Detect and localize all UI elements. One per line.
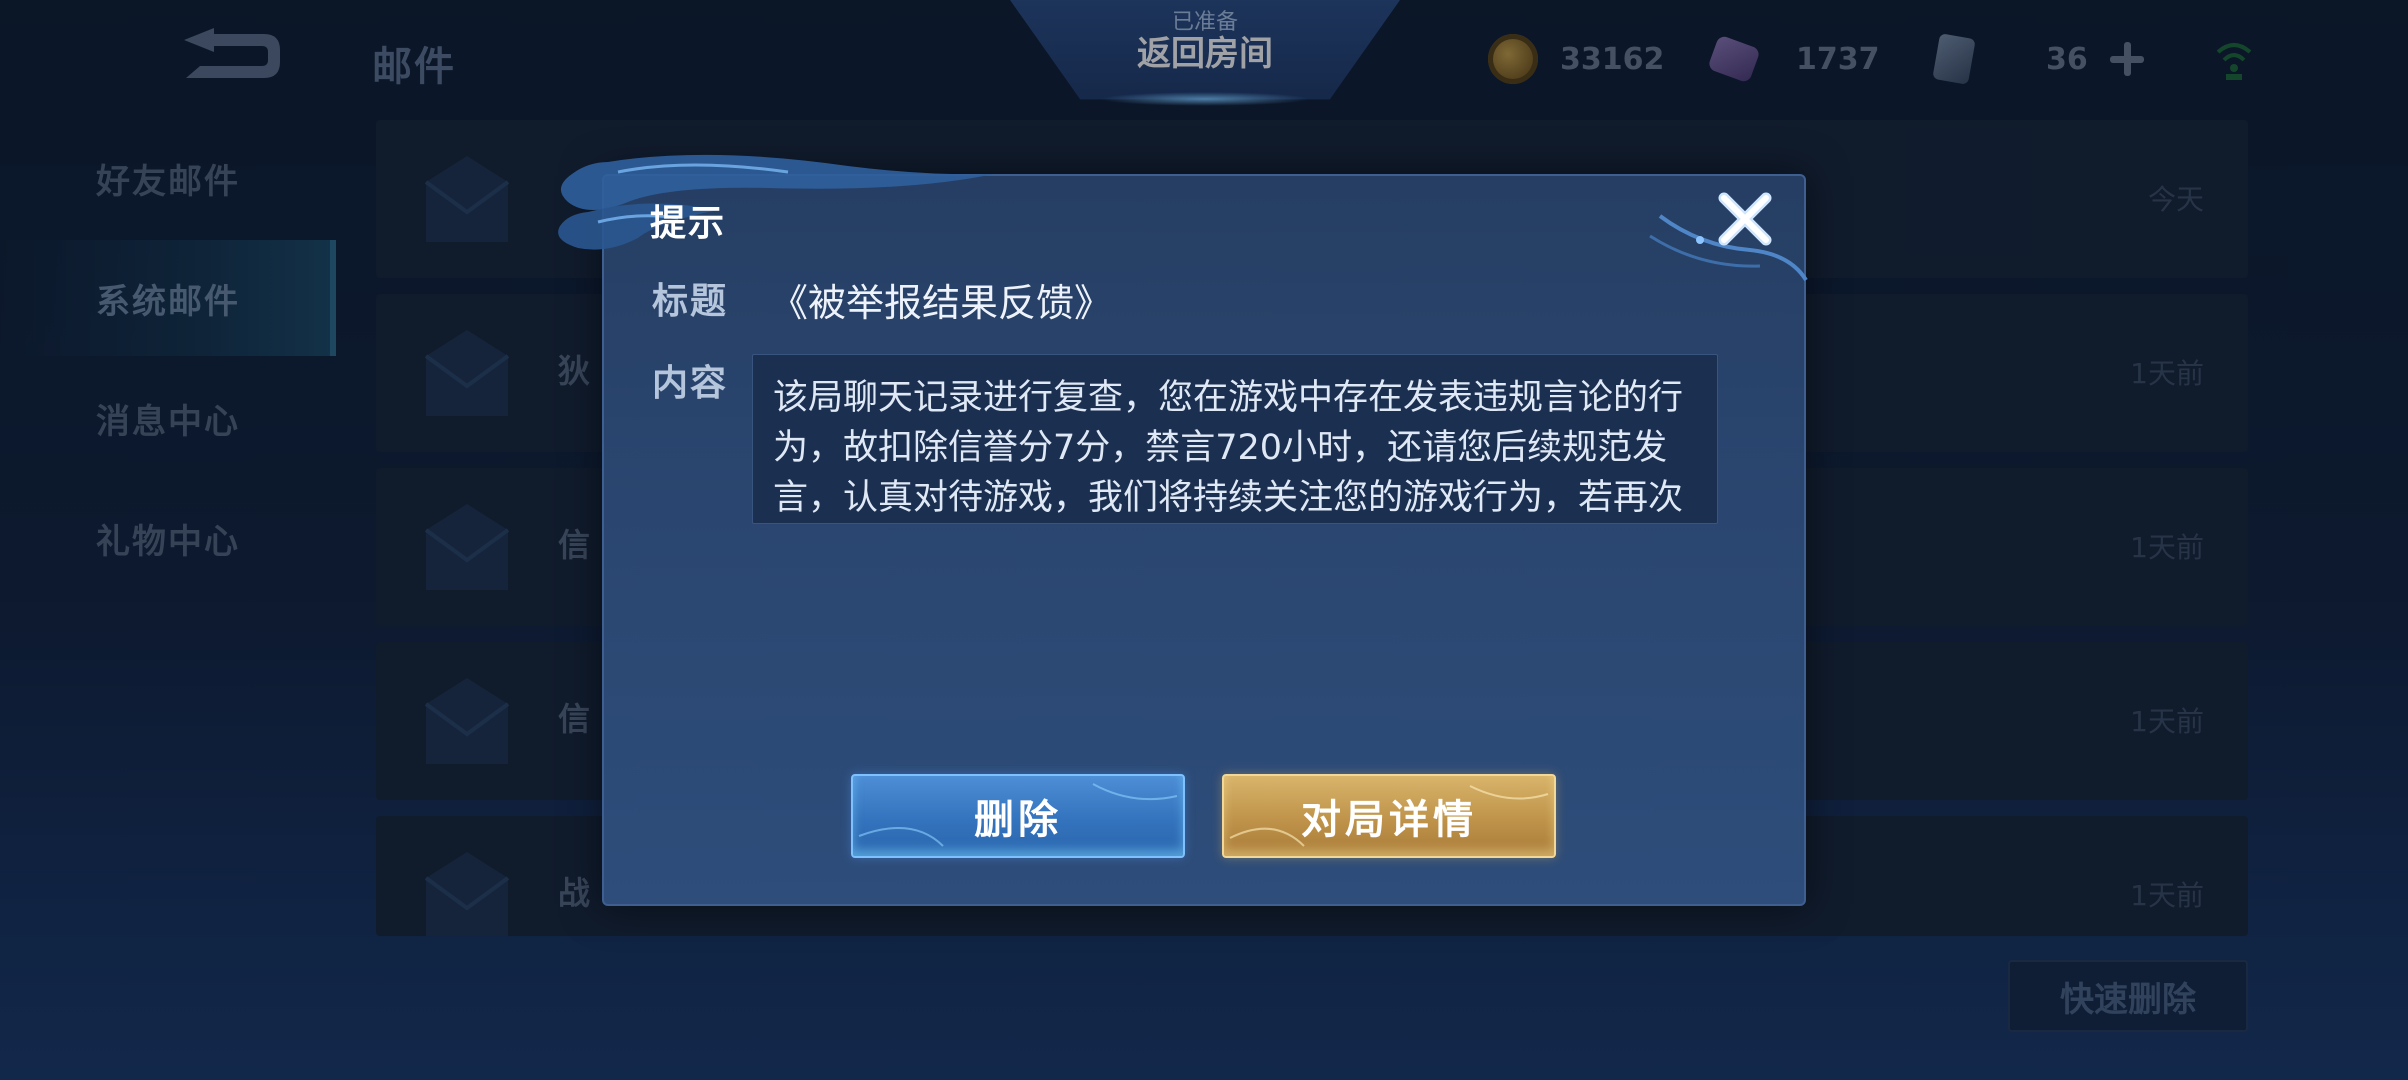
content-text: 该局聊天记录进行复查，您在游戏中存在发表违规言论的行为，故扣除信誉分7分，禁言7…: [773, 378, 1684, 518]
match-details-button-label: 对局详情: [1301, 797, 1477, 843]
dialog-title: 提示: [650, 203, 727, 244]
content-scroll-area[interactable]: 该局聊天记录进行复查，您在游戏中存在发表违规言论的行为，故扣除信誉分7分，禁言7…: [752, 354, 1718, 524]
close-icon[interactable]: [1712, 186, 1778, 252]
subject-value: 《被举报结果反馈》: [770, 281, 1113, 325]
match-details-button[interactable]: 对局详情: [1222, 774, 1556, 858]
delete-button-label: 删除: [974, 797, 1062, 843]
subject-label: 标题: [652, 281, 729, 322]
mail-screen: 邮件 已准备 返回房间 33162 1737 36 好友邮件 系统邮件 消息中心: [0, 0, 2408, 1080]
delete-button[interactable]: 删除: [851, 774, 1185, 858]
content-label: 内容: [652, 363, 729, 404]
cloud-ornament-left: [558, 154, 994, 250]
